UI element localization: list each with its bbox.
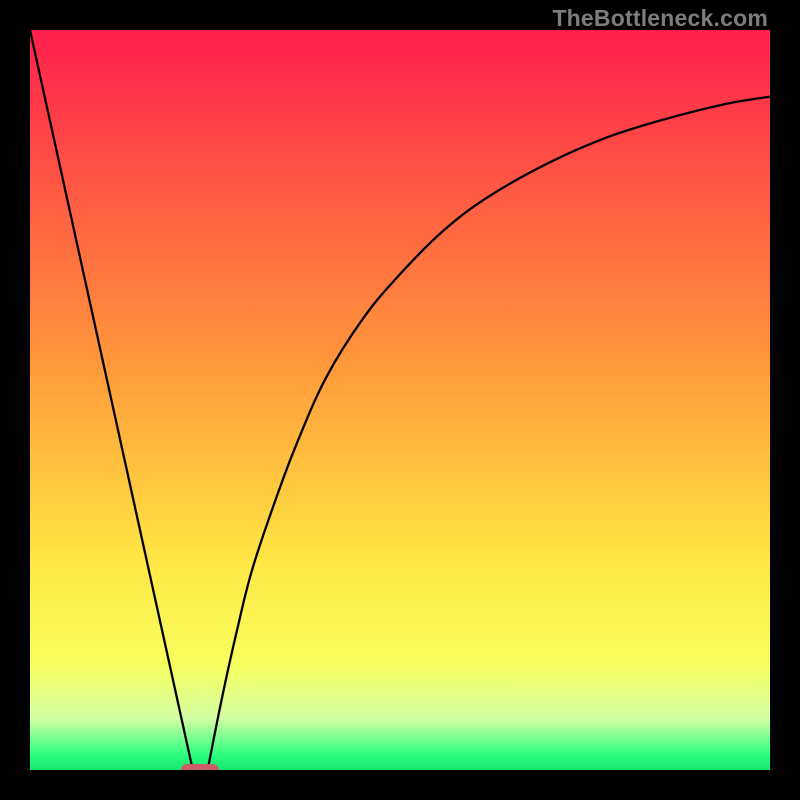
curve-left [30,30,193,770]
curve-right [208,97,770,770]
bottleneck-curve [30,30,770,770]
plot-area [30,30,770,770]
bottleneck-marker [181,764,219,770]
watermark-text: TheBottleneck.com [552,5,768,32]
chart-frame: TheBottleneck.com [0,0,800,800]
